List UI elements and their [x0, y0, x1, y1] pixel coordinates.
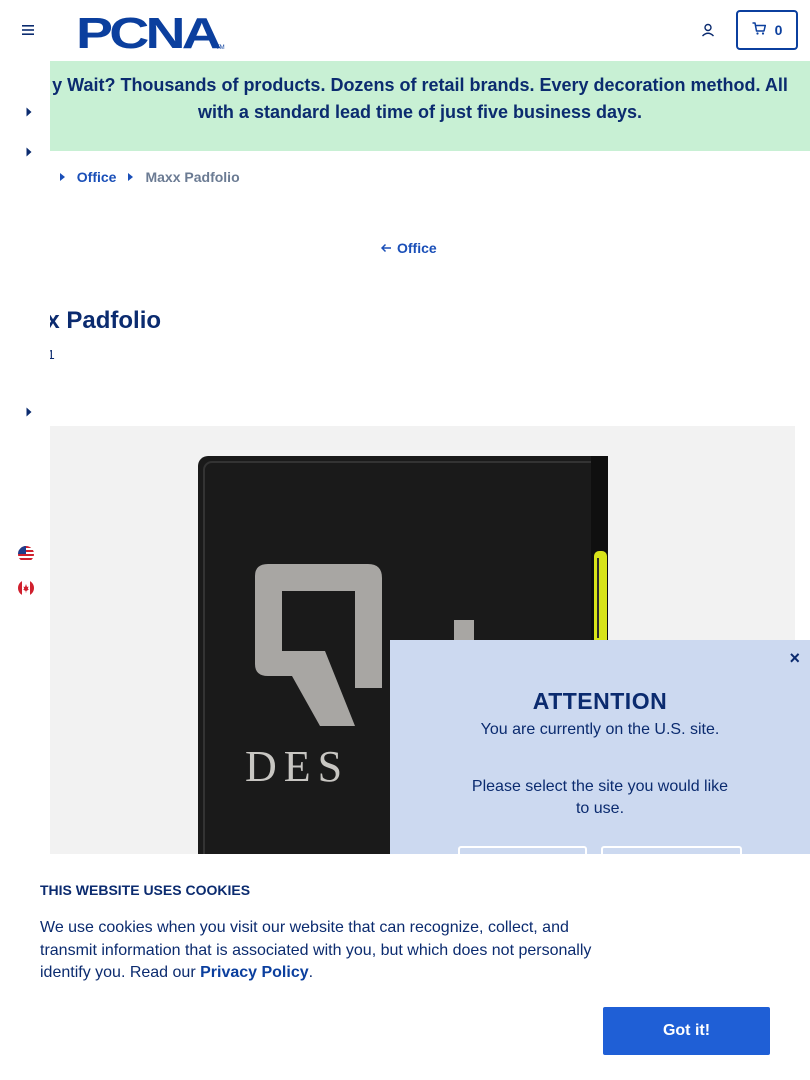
product-image-logo-text: DES [245, 742, 349, 791]
caret-right-icon [128, 173, 134, 181]
svg-text:TM: TM [216, 45, 225, 51]
current-site-text: You are currently on the U.S. site. [480, 721, 720, 738]
cart-icon [752, 22, 766, 38]
chevron-right-icon[interactable] [23, 406, 35, 418]
cookie-body-period: . [308, 964, 314, 981]
privacy-policy-link[interactable]: Privacy Policy [200, 964, 309, 981]
back-link[interactable]: Office [380, 240, 437, 256]
product-title: xx Padfolio [33, 307, 162, 334]
cookie-heading: THIS WEBSITE USES COOKIES [40, 882, 251, 898]
svg-text:PCNA: PCNA [76, 11, 221, 51]
breadcrumb-office[interactable]: Office [77, 169, 117, 185]
cookie-body: We use cookies when you visit our websit… [40, 917, 610, 985]
hamburger-menu-icon[interactable] [18, 20, 38, 40]
account-icon[interactable] [697, 19, 719, 41]
cart-count: 0 [774, 22, 783, 38]
site-header: PCNA TM 0 [0, 0, 810, 61]
chevron-right-icon[interactable] [23, 146, 35, 158]
promo-text: y Wait? Thousands of products. Dozens of… [52, 75, 788, 122]
breadcrumb-current: Maxx Padfolio [145, 169, 240, 185]
attention-modal: × ATTENTION You are currently on the U.S… [390, 640, 810, 886]
cookie-banner: THIS WEBSITE USES COOKIES We use cookies… [0, 854, 810, 1080]
breadcrumb: e Office Maxx Padfolio [40, 169, 240, 185]
canada-flag-icon[interactable] [18, 580, 34, 596]
close-icon[interactable]: × [789, 648, 800, 669]
got-it-button[interactable]: Got it! [603, 1007, 770, 1055]
select-site-text: Please select the site you would like to… [471, 778, 729, 817]
attention-heading: ATTENTION [532, 688, 668, 714]
pcna-logo[interactable]: PCNA TM [76, 9, 226, 58]
arrow-left-icon [380, 240, 392, 256]
promo-banner: y Wait? Thousands of products. Dozens of… [0, 61, 810, 151]
back-link-label: Office [397, 240, 437, 256]
cart-button[interactable]: 0 [736, 10, 798, 50]
us-flag-icon[interactable] [18, 546, 34, 562]
caret-right-icon [59, 173, 65, 181]
chevron-right-icon[interactable] [23, 106, 35, 118]
cookie-body-text: We use cookies when you visit our websit… [40, 919, 592, 981]
